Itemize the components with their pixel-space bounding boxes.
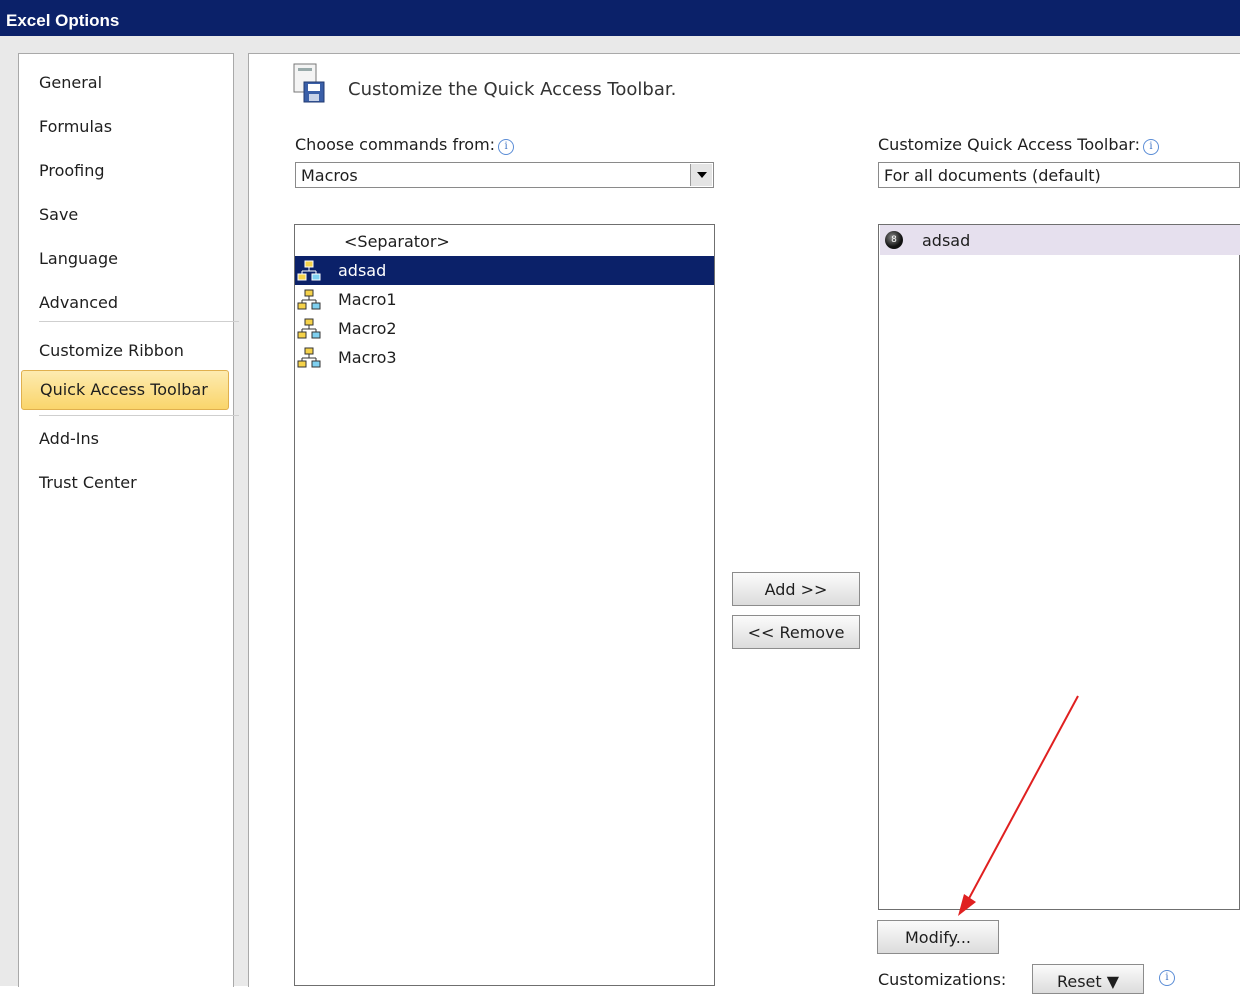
list-item-label: adsad	[922, 231, 971, 250]
choose-commands-label: Choose commands from: i	[295, 135, 515, 155]
list-item-label: Macro1	[338, 290, 397, 309]
info-icon: i	[498, 139, 515, 155]
choose-commands-dropdown[interactable]: Macros	[295, 162, 714, 188]
chevron-down-icon[interactable]	[690, 164, 712, 186]
nav-item-customize-ribbon[interactable]: Customize Ribbon	[21, 332, 229, 372]
info-icon: i	[1159, 970, 1175, 986]
customize-toolbar-label: Customize Quick Access Toolbar: i	[878, 135, 1159, 155]
nav-item-general[interactable]: General	[21, 64, 229, 104]
nav-item-language[interactable]: Language	[21, 240, 229, 280]
list-item-label: Macro3	[338, 348, 397, 367]
macro-icon	[297, 347, 321, 368]
window-title: Excel Options	[6, 11, 120, 30]
add-button[interactable]: Add >>	[732, 572, 860, 606]
list-item-label: <Separator>	[344, 232, 450, 251]
macro-ball-icon: 8	[885, 231, 903, 249]
customize-toolbar-label-text: Customize Quick Access Toolbar:	[878, 135, 1140, 154]
nav-item-trust-center[interactable]: Trust Center	[21, 464, 229, 504]
choose-commands-value: Macros	[301, 166, 358, 185]
options-nav: General Formulas Proofing Save Language …	[18, 53, 239, 987]
nav-divider	[39, 415, 239, 416]
choose-commands-label-text: Choose commands from:	[295, 135, 496, 154]
nav-item-quick-access-toolbar[interactable]: Quick Access Toolbar	[21, 370, 229, 410]
customize-toolbar-dropdown[interactable]: For all documents (default)	[878, 162, 1240, 188]
modify-button[interactable]: Modify...	[877, 920, 999, 954]
commands-list[interactable]: <Separator> adsad Macro1 Macro2 Macro3	[294, 224, 715, 986]
page-heading: Customize the Quick Access Toolbar.	[348, 79, 677, 100]
window-title-bar: Excel Options	[0, 0, 1240, 36]
nav-divider	[39, 321, 239, 322]
toolbar-item-adsad[interactable]: 8 adsad	[880, 225, 1240, 255]
reset-button[interactable]: Reset ▼	[1032, 964, 1144, 994]
list-item-macro1[interactable]: Macro1	[295, 285, 714, 314]
list-item-separator[interactable]: <Separator>	[295, 227, 714, 256]
nav-item-save[interactable]: Save	[21, 196, 229, 236]
toolbar-items-list[interactable]	[878, 224, 1240, 910]
list-item-label: adsad	[338, 261, 387, 280]
list-item-adsad[interactable]: adsad	[295, 256, 714, 285]
nav-item-advanced[interactable]: Advanced	[21, 284, 229, 324]
list-item-macro3[interactable]: Macro3	[295, 343, 714, 372]
remove-button[interactable]: << Remove	[732, 615, 860, 649]
info-icon: i	[1142, 139, 1159, 155]
nav-item-formulas[interactable]: Formulas	[21, 108, 229, 148]
macro-icon	[297, 289, 321, 310]
nav-item-proofing[interactable]: Proofing	[21, 152, 229, 192]
customizations-label: Customizations:	[878, 970, 1007, 989]
list-item-label: Macro2	[338, 319, 397, 338]
nav-item-add-ins[interactable]: Add-Ins	[21, 420, 229, 460]
quick-access-toolbar-icon	[293, 63, 325, 103]
list-item-macro2[interactable]: Macro2	[295, 314, 714, 343]
customize-toolbar-value: For all documents (default)	[884, 166, 1101, 185]
macro-icon	[297, 318, 321, 339]
macro-icon	[297, 260, 321, 281]
